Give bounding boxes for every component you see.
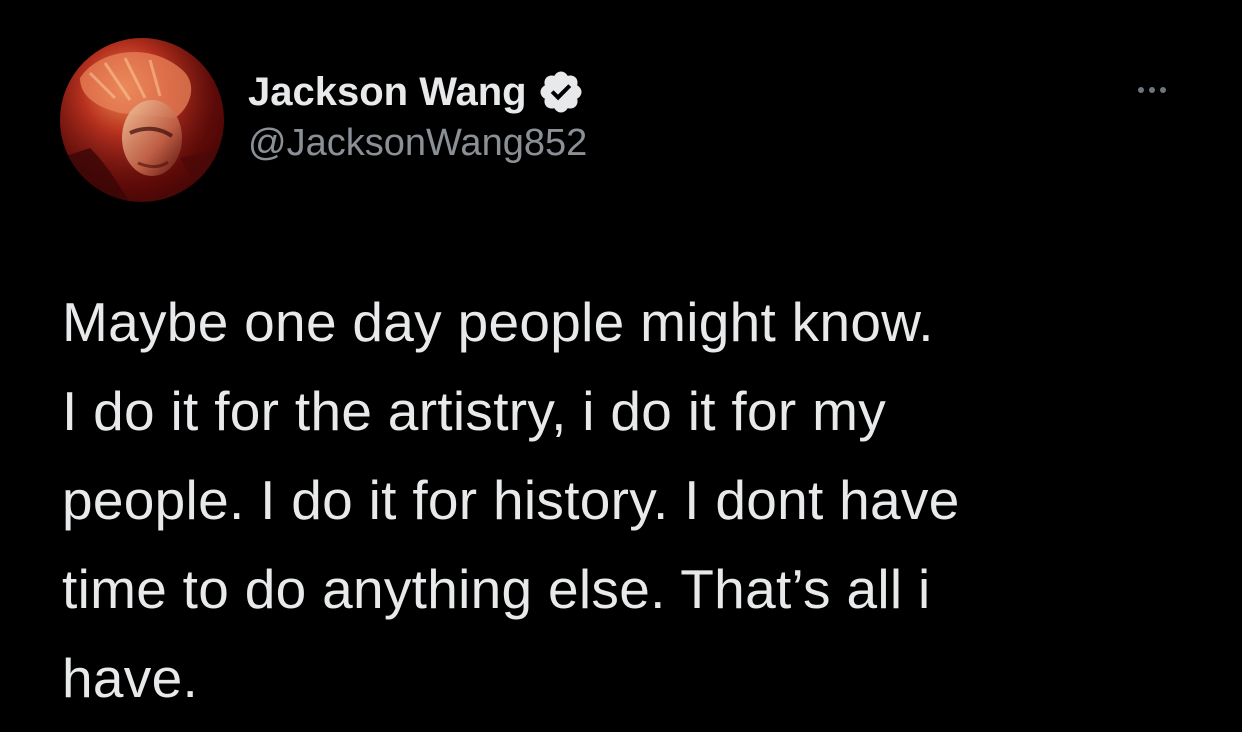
- tweet-text: Maybe one day people might know. I do it…: [62, 291, 960, 709]
- author-display-name[interactable]: Jackson Wang: [248, 70, 527, 115]
- more-options-icon[interactable]: [1124, 76, 1180, 104]
- ellipsis-dot: [1149, 87, 1155, 93]
- tweet-card: Jackson Wang @JacksonWang852 Maybe one d…: [0, 0, 1242, 732]
- ellipsis-dot: [1160, 87, 1166, 93]
- author-handle[interactable]: @JacksonWang852: [248, 122, 587, 165]
- author-name-row[interactable]: Jackson Wang: [248, 66, 585, 118]
- avatar-image: [60, 38, 224, 202]
- ellipsis-dot: [1138, 87, 1144, 93]
- avatar[interactable]: [60, 38, 224, 202]
- verified-badge-icon: [537, 68, 585, 116]
